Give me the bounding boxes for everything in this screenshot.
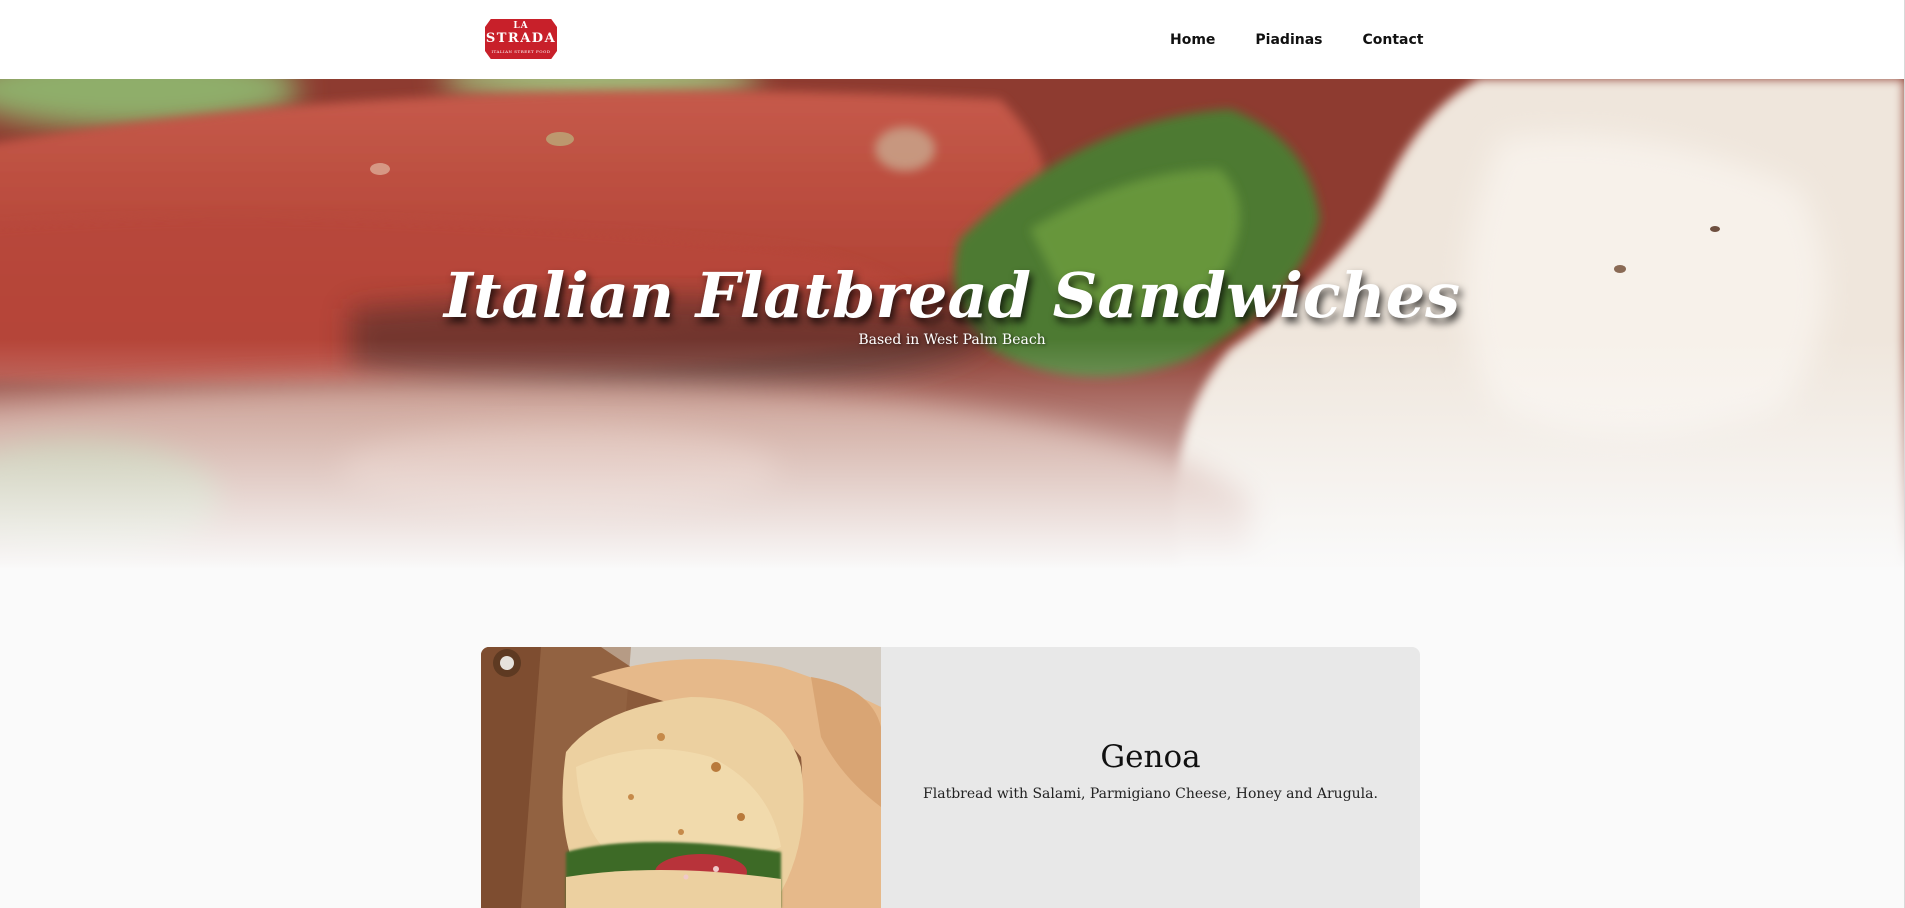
product-name: Genoa — [1100, 739, 1201, 775]
logo-line-2: STRADA — [485, 31, 557, 46]
product-image — [481, 647, 881, 908]
nav-link-contact[interactable]: Contact — [1343, 22, 1444, 58]
product-description: Flatbread with Salami, Parmigiano Cheese… — [923, 786, 1378, 802]
nav-link-home[interactable]: Home — [1150, 22, 1235, 58]
logo-line-3: ITALIAN STREET FOOD — [491, 49, 551, 54]
hero-fade-overlay — [0, 339, 1904, 569]
main-nav: Home Piadinas Contact — [1150, 0, 1444, 79]
la-strada-logo[interactable]: LA STRADA ITALIAN STREET FOOD — [485, 19, 557, 59]
product-card[interactable]: Genoa Flatbread with Salami, Parmigiano … — [481, 647, 1420, 908]
piadina-photo — [481, 647, 881, 908]
product-details: Genoa Flatbread with Salami, Parmigiano … — [881, 647, 1420, 908]
site-header: LA STRADA ITALIAN STREET FOOD Home Piadi… — [0, 0, 1904, 79]
hero-subtitle: Based in West Palm Beach — [858, 332, 1046, 348]
hero-title: Italian Flatbread Sandwiches — [443, 259, 1461, 332]
nav-link-piadinas[interactable]: Piadinas — [1235, 22, 1342, 58]
hero-banner: Italian Flatbread Sandwiches Based in We… — [0, 79, 1904, 569]
logo-line-1: LA — [513, 21, 529, 31]
